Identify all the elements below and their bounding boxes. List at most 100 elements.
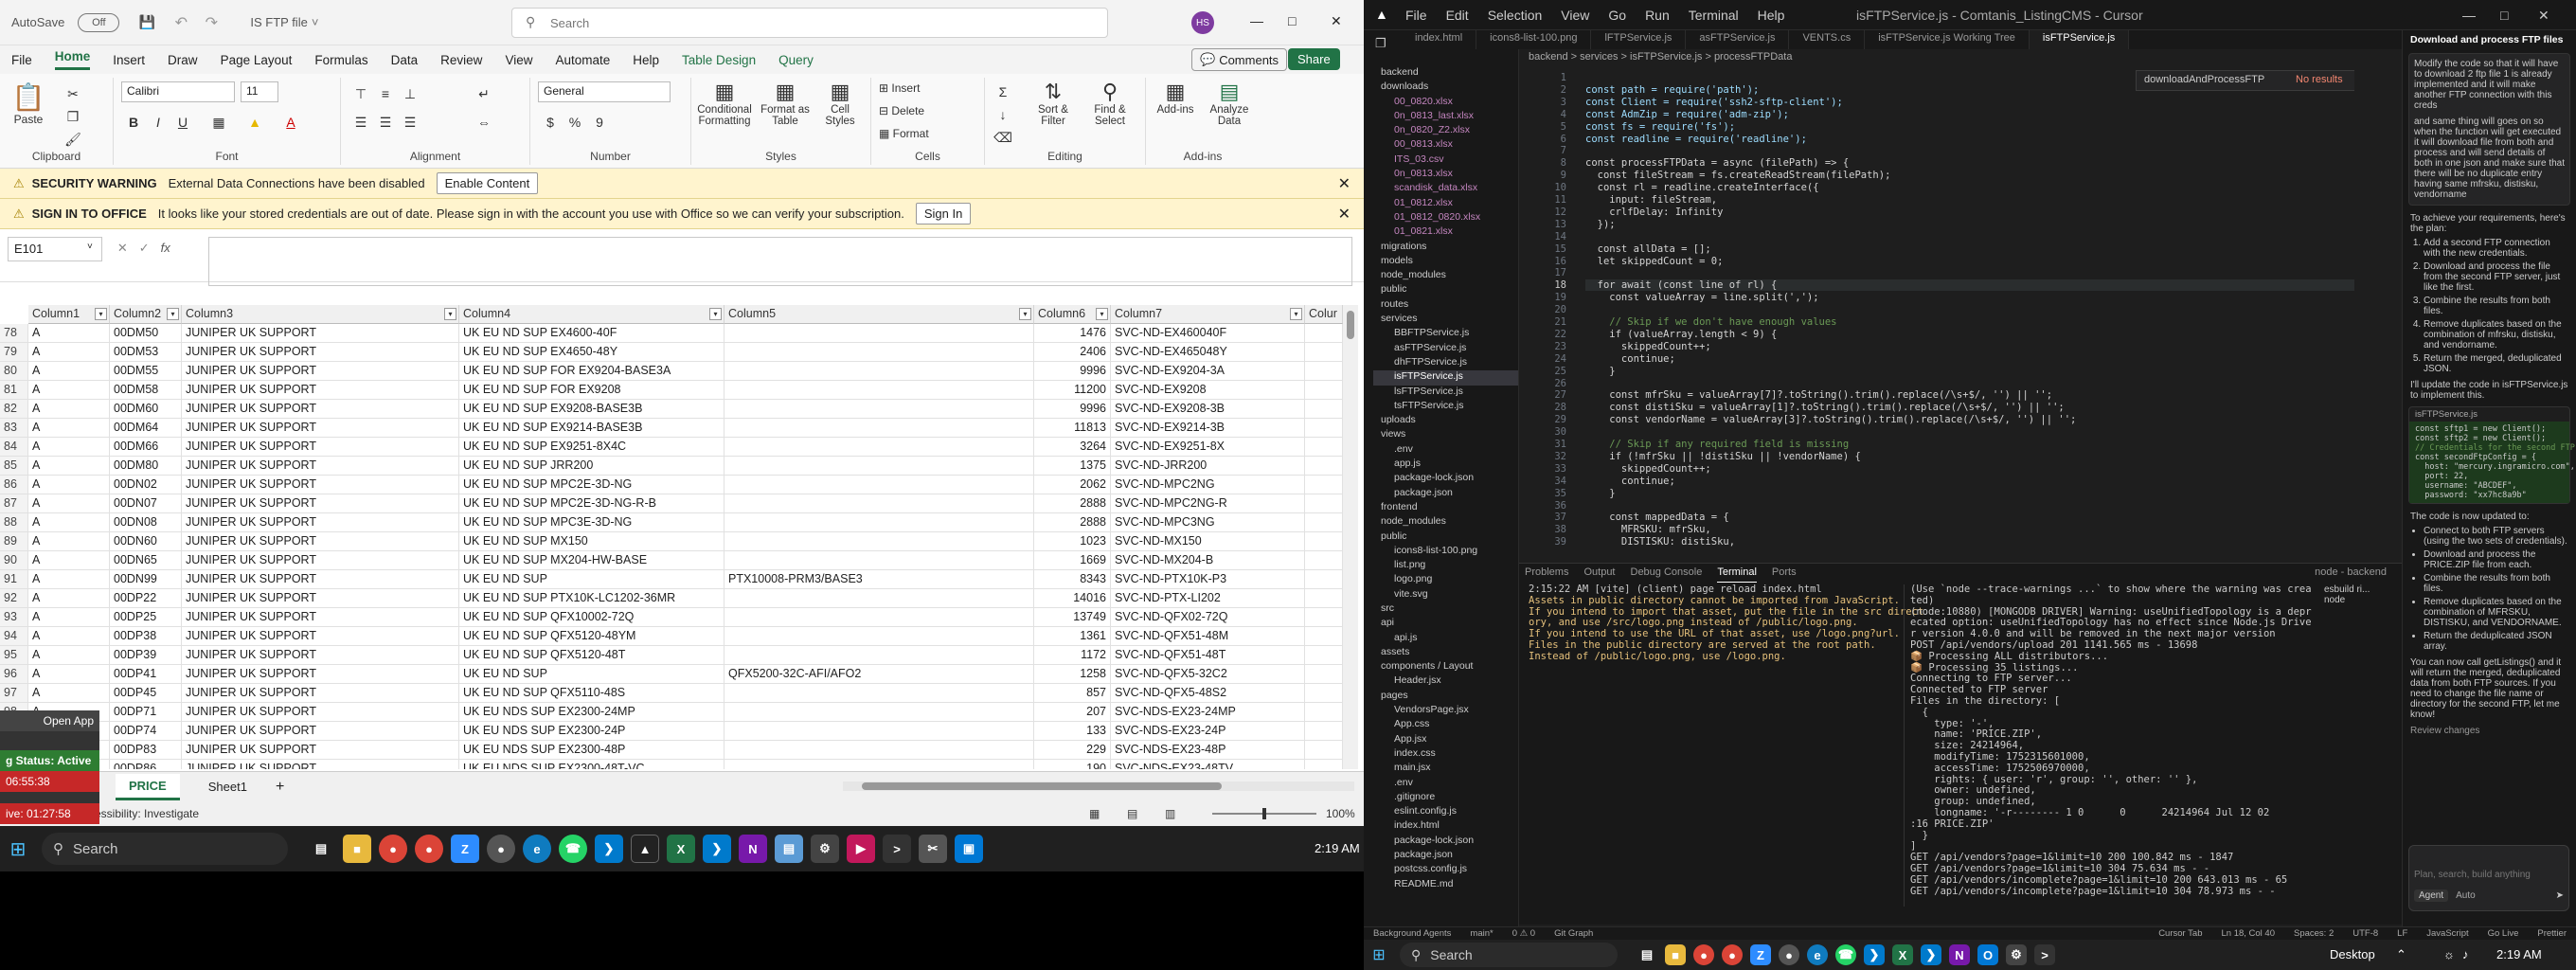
status-item[interactable]: LF [2397,928,2407,939]
code-line[interactable]: skippedCount++; [1585,341,1711,352]
table-cell[interactable] [1305,494,1343,513]
table-cell[interactable]: 133 [1034,722,1111,741]
sheet-tab-price[interactable]: PRICE [116,773,180,800]
panel-tab-terminal[interactable]: Terminal [1717,564,1757,583]
table-cell[interactable]: JUNIPER UK SUPPORT [182,551,459,570]
edge-icon[interactable]: e [1807,944,1828,965]
table-row[interactable]: 101A00DP86JUNIPER UK SUPPORTUK EU NDS SU… [0,760,1343,769]
code-line[interactable]: skippedCount++; [1585,463,1711,475]
row-header[interactable]: 91 [0,570,28,589]
delete-cells-button[interactable]: ⊟ Delete [879,104,924,117]
table-cell[interactable]: SVC-ND-JRR200 [1111,457,1305,476]
notepad-icon[interactable]: ▤ [775,835,803,863]
row-header[interactable]: 89 [0,532,28,551]
filter-dropdown-icon[interactable]: ▾ [1019,308,1031,320]
table-cell[interactable]: A [28,684,110,703]
panel-tab-ports[interactable]: Ports [1772,564,1797,583]
fill-color-icon[interactable]: ▲ [244,112,265,133]
code-line[interactable]: // Skip if we don't have enough values [1585,316,1836,328]
table-cell[interactable]: SVC-NDS-EX23-48TV [1111,760,1305,769]
code-editor[interactable]: 1 2 const path = require('path'); 3 const Cl… [1519,66,2402,559]
explorer-item[interactable]: eslint.config.js [1373,805,1518,819]
number-format-select[interactable]: General [538,81,671,102]
table-cell[interactable]: 9996 [1034,400,1111,419]
table-cell[interactable] [1305,419,1343,438]
table-cell[interactable]: A [28,589,110,608]
table-cell[interactable]: UK EU ND SUP MPC2E-3D-NG [459,476,724,494]
table-cell[interactable]: UK EU ND SUP FOR EX9208 [459,381,724,400]
onenote-icon[interactable]: N [1949,944,1970,965]
menu-go[interactable]: Go [1608,8,1626,23]
table-cell[interactable]: SVC-ND-EX9214-3B [1111,419,1305,438]
table-cell[interactable]: UK EU ND SUP MPC3E-3D-NG [459,513,724,532]
code-line[interactable]: const AdmZip = require('adm-zip'); [1585,109,1789,120]
table-cell[interactable]: JUNIPER UK SUPPORT [182,684,459,703]
status-item[interactable]: Ln 18, Col 40 [2221,928,2275,939]
code-line[interactable]: const valueArray = line.split(','); [1585,292,1818,303]
table-cell[interactable]: 00DN02 [110,476,182,494]
app-icon[interactable]: ● [487,835,515,863]
table-cell[interactable] [724,646,1034,665]
explorer-item[interactable]: App.jsx [1373,733,1518,747]
table-cell[interactable]: JUNIPER UK SUPPORT [182,324,459,343]
code-line[interactable]: if (!mfrSku || !distiSku || !vendorName)… [1585,451,1861,462]
comments-button[interactable]: 💬 Comments [1191,48,1288,71]
explorer-item[interactable]: main.jsx [1373,762,1518,776]
table-cell[interactable] [1305,665,1343,684]
terminal-left[interactable]: 2:15:22 AM [vite] (client) page reload i… [1529,584,1923,663]
row-header[interactable]: 95 [0,646,28,665]
explorer-item[interactable]: asFTPService.js [1373,342,1518,356]
filter-dropdown-icon[interactable]: ▾ [709,308,722,320]
explorer-item[interactable]: index.css [1373,747,1518,762]
menu-view[interactable]: View [1561,8,1589,23]
vscode-icon[interactable]: ❯ [1864,944,1885,965]
table-row[interactable]: 87 A 00DN07 JUNIPER UK SUPPORT UK EU ND SUP … [0,494,1343,513]
explorer-item[interactable]: 0n_0820_Z2.xlsx [1373,124,1518,138]
chrome-profile-icon[interactable]: ● [415,835,443,863]
conditional-formatting-button[interactable]: ▦ Conditional Formatting [695,80,754,127]
table-cell[interactable] [724,457,1034,476]
font-name-select[interactable]: Calibri [121,81,235,102]
code-line[interactable]: const readline = require('readline'); [1585,134,1807,145]
table-cell[interactable]: UK EU ND SUP PTX10K-LC1202-36MR [459,589,724,608]
table-cell[interactable]: SVC-NDS-EX23-48P [1111,741,1305,760]
code-line[interactable]: const Client = require('ssh2-sftp-client… [1585,97,1843,108]
table-row[interactable]: 98A00DP71JUNIPER UK SUPPORTUK EU NDS SUP… [0,703,1343,722]
table-row[interactable]: 99A00DP74JUNIPER UK SUPPORTUK EU NDS SUP… [0,722,1343,741]
redo-icon[interactable]: ↷ [201,12,222,33]
insert-cells-button[interactable]: ⊞ Insert [879,81,920,95]
filter-dropdown-icon[interactable]: ▾ [1290,308,1302,320]
menu-file[interactable]: File [1405,8,1427,23]
table-row[interactable]: 88 A 00DN08 JUNIPER UK SUPPORT UK EU ND SUP … [0,513,1343,532]
table-cell[interactable]: 00DN07 [110,494,182,513]
table-cell[interactable] [724,438,1034,457]
row-header[interactable]: 80 [0,362,28,381]
explorer-item[interactable]: api [1373,617,1518,631]
explorer-item[interactable]: backend [1373,66,1518,81]
table-cell[interactable]: UK EU ND SUP EX9251-8X4C [459,438,724,457]
desktop-label[interactable]: Desktop [2330,947,2375,961]
tab-draw[interactable]: Draw [168,53,198,67]
tab-automate[interactable]: Automate [555,53,610,67]
code-line[interactable]: const rl = readline.createInterface({ [1585,182,1819,193]
code-line[interactable]: input: fileStream, [1585,194,1717,206]
code-line[interactable]: const distiSku = valueArray[1]?.toString… [1585,402,2064,413]
table-row[interactable]: 96 A 00DP41 JUNIPER UK SUPPORT UK EU ND SUP Q… [0,665,1343,684]
agent-mode-select[interactable]: Agent [2414,889,2449,902]
table-row[interactable]: 84 A 00DM66 JUNIPER UK SUPPORT UK EU ND SUP … [0,438,1343,457]
table-cell[interactable]: SVC-ND-EX9251-8X [1111,438,1305,457]
table-cell[interactable]: 2888 [1034,494,1111,513]
explorer-item[interactable]: downloads [1373,81,1518,95]
menu-terminal[interactable]: Terminal [1689,8,1739,23]
table-cell[interactable] [724,589,1034,608]
table-cell[interactable]: 00DP22 [110,589,182,608]
edge-icon[interactable]: e [523,835,551,863]
table-row[interactable]: 83 A 00DM64 JUNIPER UK SUPPORT UK EU ND SUP … [0,419,1343,438]
explorer-item[interactable]: views [1373,428,1518,442]
explorer-item[interactable]: 01_0812_0820.xlsx [1373,211,1518,225]
spreadsheet-grid[interactable]: Column1 ▾ Column2 ▾ Column3 ▾ Column4 ▾ Column5 ▾… [0,305,1364,769]
tab-icons8-png[interactable]: icons8-list-100.png [1476,30,1592,49]
table-cell[interactable]: 1258 [1034,665,1111,684]
table-cell[interactable]: SVC-ND-MPC2NG-R [1111,494,1305,513]
table-cell[interactable]: JUNIPER UK SUPPORT [182,722,459,741]
